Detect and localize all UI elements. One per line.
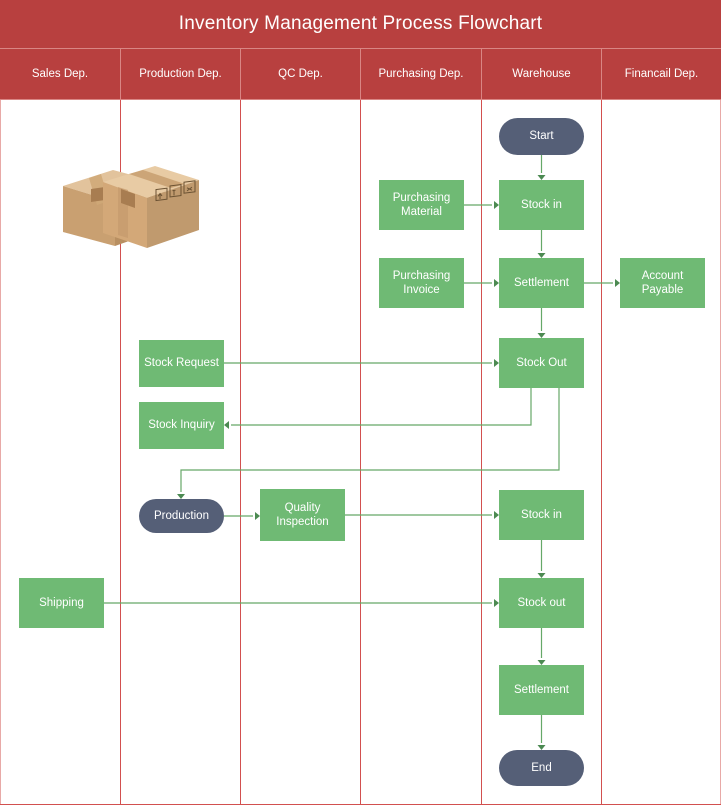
- package-front: [103, 166, 199, 248]
- node-stock_in_1[interactable]: Stock in: [499, 180, 584, 230]
- lane-edge-left: [0, 100, 1, 805]
- lane-header-label: QC Dep.: [278, 68, 323, 80]
- node-label: Purchasing Material: [392, 191, 451, 218]
- lane-header-label: Financail Dep.: [624, 68, 699, 80]
- node-label: Production: [154, 509, 209, 522]
- node-settlement_2[interactable]: Settlement: [499, 665, 584, 715]
- node-label: Stock out: [517, 596, 566, 609]
- lane-header-financial: Financail Dep.: [601, 49, 721, 99]
- node-label: Settlement: [514, 276, 569, 289]
- node-stock_out_1[interactable]: Stock Out: [499, 338, 584, 388]
- node-label: Stock Inquiry: [148, 419, 215, 432]
- lane-divider-purchasing: [360, 100, 361, 805]
- lane-divider-qc: [240, 100, 241, 805]
- node-label: Stock in: [521, 508, 562, 521]
- lane-header-label: Production Dep.: [139, 68, 222, 80]
- node-acct_payable[interactable]: Account Payable: [620, 258, 705, 308]
- lane-header-purchasing: Purchasing Dep.: [360, 49, 481, 99]
- lane-header-production: Production Dep.: [120, 49, 240, 99]
- node-label: Settlement: [514, 683, 569, 696]
- lane-header-sales: Sales Dep.: [0, 49, 120, 99]
- chart-title-band: Inventory Management Process Flowchart: [0, 0, 721, 48]
- node-label: Stock Request: [144, 357, 219, 370]
- node-purch_inv[interactable]: Purchasing Invoice: [379, 258, 464, 308]
- node-label: Account Payable: [641, 269, 684, 296]
- lane-header-row: Sales Dep. Production Dep. QC Dep. Purchasi…: [0, 48, 721, 100]
- node-label: Start: [529, 130, 554, 143]
- node-stock_request[interactable]: Stock Request: [139, 340, 224, 387]
- lane-header-label: Sales Dep.: [31, 68, 89, 80]
- node-settlement_1[interactable]: Settlement: [499, 258, 584, 308]
- node-label: Stock Out: [516, 356, 567, 369]
- node-shipping[interactable]: Shipping: [19, 578, 104, 628]
- node-end[interactable]: End: [499, 750, 584, 786]
- lane-divider-warehouse: [481, 100, 482, 805]
- node-quality_insp[interactable]: Quality Inspection: [260, 489, 345, 541]
- node-label: Quality Inspection: [276, 501, 329, 528]
- node-stock_out_2[interactable]: Stock out: [499, 578, 584, 628]
- flowchart-canvas: Inventory Management Process Flowchart S…: [0, 0, 721, 805]
- node-label: Stock in: [521, 198, 562, 211]
- page-title: Inventory Management Process Flowchart: [178, 13, 543, 34]
- lane-header-label: Purchasing Dep.: [378, 68, 464, 80]
- node-stock_in_2[interactable]: Stock in: [499, 490, 584, 540]
- node-label: Purchasing Invoice: [392, 269, 451, 296]
- lane-header-qc: QC Dep.: [240, 49, 360, 99]
- node-purch_mat[interactable]: Purchasing Material: [379, 180, 464, 230]
- node-label: Shipping: [39, 596, 84, 609]
- node-label: End: [531, 761, 552, 774]
- lane-header-warehouse: Warehouse: [481, 49, 601, 99]
- node-start[interactable]: Start: [499, 118, 584, 155]
- cardboard-packages-illustration: [63, 166, 199, 248]
- node-production[interactable]: Production: [139, 499, 224, 533]
- lane-divider-financial: [601, 100, 602, 805]
- node-stock_inquiry[interactable]: Stock Inquiry: [139, 402, 224, 449]
- lane-header-label: Warehouse: [512, 68, 571, 80]
